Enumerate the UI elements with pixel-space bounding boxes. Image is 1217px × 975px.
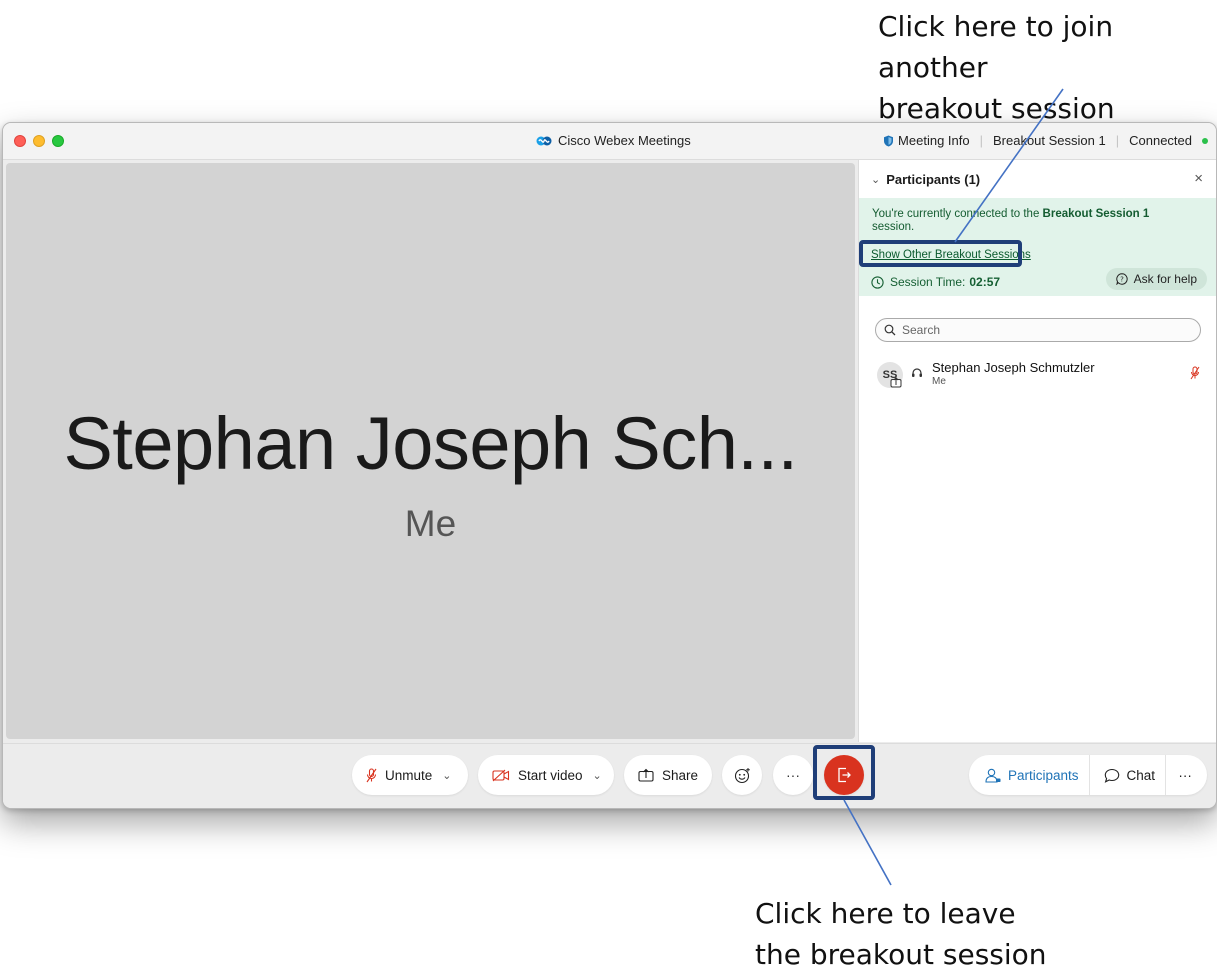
banner-suffix: session.	[872, 221, 915, 233]
minimize-window-button[interactable]	[33, 135, 45, 147]
stage-participant-subtitle: Me	[404, 503, 457, 544]
meeting-info-label: Meeting Info	[898, 133, 970, 148]
participants-title: Participants (1)	[886, 172, 981, 187]
chevron-down-icon[interactable]: ⌄	[593, 769, 602, 782]
webex-logo-icon	[536, 136, 552, 145]
separator: |	[1115, 133, 1120, 148]
ask-for-help-button[interactable]: ? Ask for help	[1105, 268, 1207, 290]
video-off-icon	[492, 769, 510, 781]
close-window-button[interactable]	[14, 135, 26, 147]
share-button[interactable]: Share	[624, 755, 712, 795]
chat-label: Chat	[1126, 767, 1156, 783]
muted-mic-icon	[366, 767, 377, 782]
participants-header[interactable]: ⌄ Participants (1)	[871, 172, 980, 187]
meeting-info-button[interactable]: Meeting Info	[883, 133, 970, 148]
title-status-area: Meeting Info | Breakout Session 1 | Conn…	[883, 133, 1208, 148]
session-time: Session Time: 02:57	[871, 275, 1000, 289]
unmute-button[interactable]: Unmute ⌄	[352, 755, 468, 795]
session-time-value: 02:57	[969, 275, 1001, 289]
participant-role: Me	[932, 376, 946, 387]
close-icon[interactable]: ×	[1194, 170, 1203, 187]
title-bar: Cisco Webex Meetings Meeting Info | Brea…	[3, 123, 1216, 160]
banner-session: Breakout Session 1	[1042, 208, 1150, 220]
chevron-down-icon: ⌄	[871, 174, 881, 186]
app-title-label: Cisco Webex Meetings	[558, 133, 691, 148]
connection-status: Connected	[1129, 133, 1192, 148]
unmute-label: Unmute	[385, 767, 433, 783]
participant-name: Stephan Joseph Schmutzler	[932, 360, 1095, 375]
webex-window: Cisco Webex Meetings Meeting Info | Brea…	[2, 122, 1217, 809]
highlight-box	[859, 240, 1022, 267]
search-placeholder: Search	[902, 323, 941, 337]
meeting-controls-bar: Unmute ⌄ Start video ⌄ Share ··· Partici…	[3, 743, 1216, 808]
muted-mic-icon	[1190, 366, 1200, 380]
svg-text:?: ?	[1120, 276, 1124, 284]
clock-icon	[871, 275, 884, 289]
participant-row[interactable]: SS Stephan Joseph Schmutzler Me	[875, 360, 1205, 390]
callout-pointer-bottom	[843, 799, 892, 886]
video-stage: Stephan Joseph Sch... Me	[6, 163, 855, 739]
smiley-icon	[734, 767, 750, 783]
app-title: Cisco Webex Meetings	[536, 133, 691, 148]
search-icon	[884, 324, 896, 336]
separator: |	[979, 133, 983, 148]
search-input[interactable]: Search	[875, 318, 1201, 342]
connected-indicator-icon	[1202, 137, 1208, 144]
more-panels-button[interactable]: ···	[1166, 755, 1204, 795]
share-badge-icon	[890, 377, 902, 388]
start-video-button[interactable]: Start video ⌄	[478, 755, 614, 795]
start-video-label: Start video	[518, 767, 583, 783]
zoom-window-button[interactable]	[52, 135, 64, 147]
chevron-down-icon[interactable]: ⌄	[442, 769, 451, 782]
callout-join-breakout: Click here to join another breakout sess…	[878, 10, 1115, 125]
share-icon	[638, 768, 654, 782]
banner-prefix: You're currently connected to the	[872, 208, 1043, 220]
more-icon: ···	[786, 767, 800, 783]
help-icon: ?	[1115, 273, 1128, 285]
chat-icon	[1104, 768, 1119, 783]
breakout-banner-text: You're currently connected to the Breako…	[872, 208, 1172, 234]
more-icon: ···	[1178, 767, 1192, 783]
chat-button[interactable]: Chat	[1090, 755, 1167, 795]
participants-icon	[985, 768, 1001, 783]
ask-for-help-label: Ask for help	[1133, 272, 1197, 286]
callout-leave-breakout: Click here to leave the breakout session	[755, 897, 1047, 971]
more-options-button[interactable]: ···	[773, 755, 813, 795]
headset-icon	[912, 368, 922, 377]
session-time-label: Session Time:	[890, 275, 966, 289]
share-label: Share	[662, 767, 699, 783]
stage-participant-name: Stephan Joseph Sch...	[63, 402, 798, 485]
participants-label: Participants	[1008, 767, 1079, 783]
reactions-button[interactable]	[722, 755, 762, 795]
participants-button[interactable]: Participants	[969, 755, 1090, 795]
session-name: Breakout Session 1	[992, 133, 1106, 148]
highlight-box	[813, 745, 875, 800]
right-controls-group: Participants Chat ···	[969, 755, 1207, 795]
shield-icon	[884, 135, 894, 146]
